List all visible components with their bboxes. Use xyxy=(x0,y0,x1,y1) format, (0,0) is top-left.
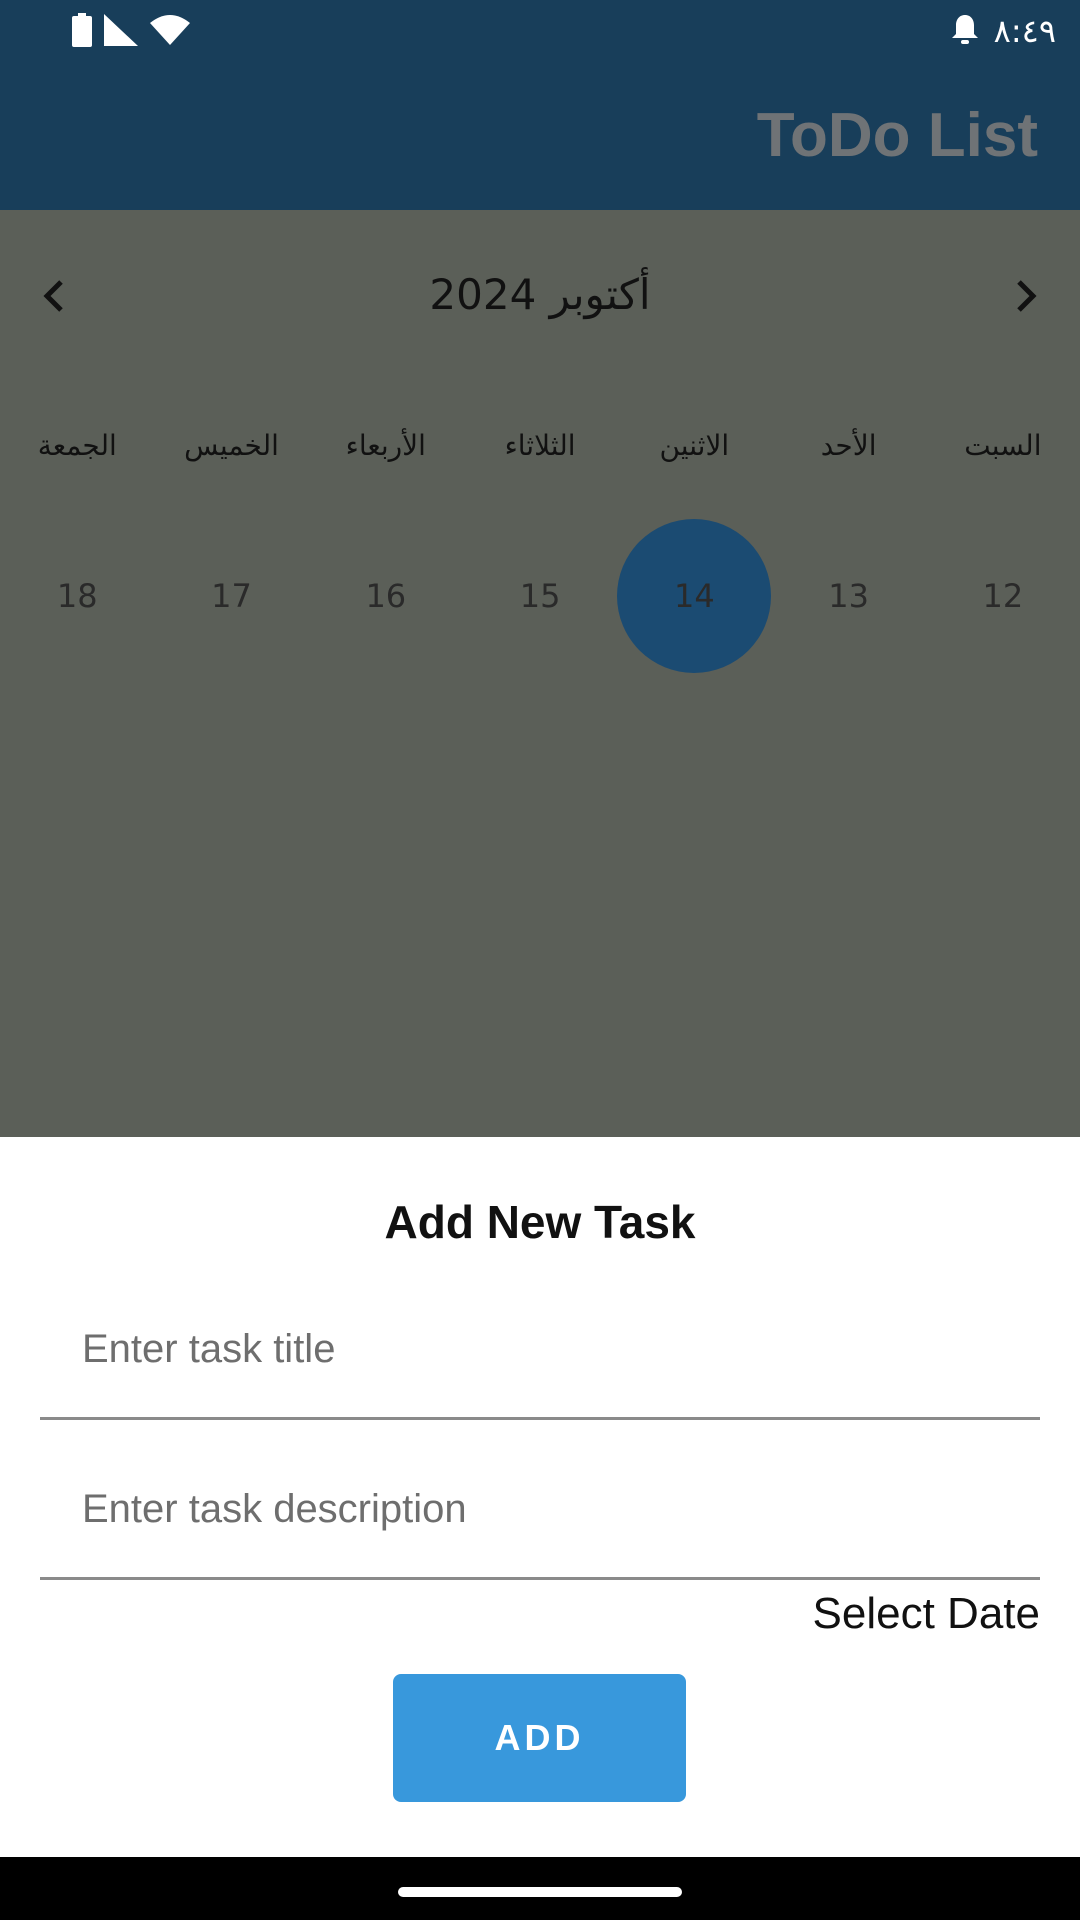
weekday-label: الأحد xyxy=(820,428,877,462)
wifi-icon xyxy=(150,14,190,50)
weekday-label: الاثنين xyxy=(659,428,730,462)
battery-icon xyxy=(72,12,92,52)
signal-icon xyxy=(104,13,138,51)
day-cell[interactable]: 17 xyxy=(154,518,308,674)
add-button[interactable]: ADD xyxy=(393,1674,686,1802)
task-description-input[interactable] xyxy=(82,1487,982,1532)
app-title: ToDo List xyxy=(756,101,1038,170)
status-time: ٨:٤٩ xyxy=(993,12,1056,50)
weekday-label: الخميس xyxy=(184,428,279,462)
day-cell[interactable]: 15 xyxy=(463,518,617,674)
day-number: 15 xyxy=(519,577,561,615)
app-bar: ToDo List xyxy=(0,62,1080,210)
day-cell[interactable]: 12 xyxy=(926,518,1080,674)
day-cell[interactable]: 16 xyxy=(309,518,463,674)
navigation-bar xyxy=(0,1857,1080,1920)
weekday-row: السبت الأحد الاثنين الثلاثاء الأربعاء ال… xyxy=(0,415,1080,475)
next-month-button[interactable] xyxy=(998,268,1054,324)
weekday-label: الثلاثاء xyxy=(504,428,576,462)
notification-bell-icon xyxy=(950,13,980,50)
task-title-field[interactable] xyxy=(40,1297,1040,1420)
sheet-title: Add New Task xyxy=(384,1196,696,1248)
day-number: 16 xyxy=(365,577,407,615)
day-cell[interactable]: 13 xyxy=(771,518,925,674)
day-number: 12 xyxy=(982,577,1024,615)
day-number: 13 xyxy=(828,577,869,615)
day-number: 17 xyxy=(211,577,252,615)
month-label: أكتوبر 2024 xyxy=(429,270,651,319)
home-indicator[interactable] xyxy=(398,1887,682,1897)
task-description-field[interactable] xyxy=(40,1457,1040,1580)
add-task-sheet: Add New Task Select Date ADD xyxy=(0,1137,1080,1857)
weekday-label: السبت xyxy=(964,428,1042,462)
day-cell-selected[interactable]: 14 xyxy=(617,518,772,674)
calendar-month-header: أكتوبر 2024 xyxy=(0,250,1080,340)
select-date-button[interactable]: Select Date xyxy=(813,1589,1040,1639)
status-icons-left xyxy=(72,12,190,52)
day-number: 18 xyxy=(56,577,98,615)
weekday-label: الجمعة xyxy=(37,428,117,462)
chevron-right-icon xyxy=(1017,280,1037,312)
screen: ٨:٤٩ ToDo List أكتوبر 2024 السبت الأحد ا… xyxy=(0,0,1080,1920)
day-cell[interactable]: 18 xyxy=(0,518,154,674)
day-row: 12 13 14 15 16 17 18 xyxy=(0,518,1080,674)
weekday-label: الأربعاء xyxy=(345,428,426,462)
day-number: 14 xyxy=(673,577,715,615)
status-icons-right: ٨:٤٩ xyxy=(950,8,1056,54)
status-bar: ٨:٤٩ xyxy=(0,0,1080,62)
task-title-input[interactable] xyxy=(82,1327,982,1372)
calendar: أكتوبر 2024 السبت الأحد الاثنين الثلاثاء… xyxy=(0,210,1080,1137)
